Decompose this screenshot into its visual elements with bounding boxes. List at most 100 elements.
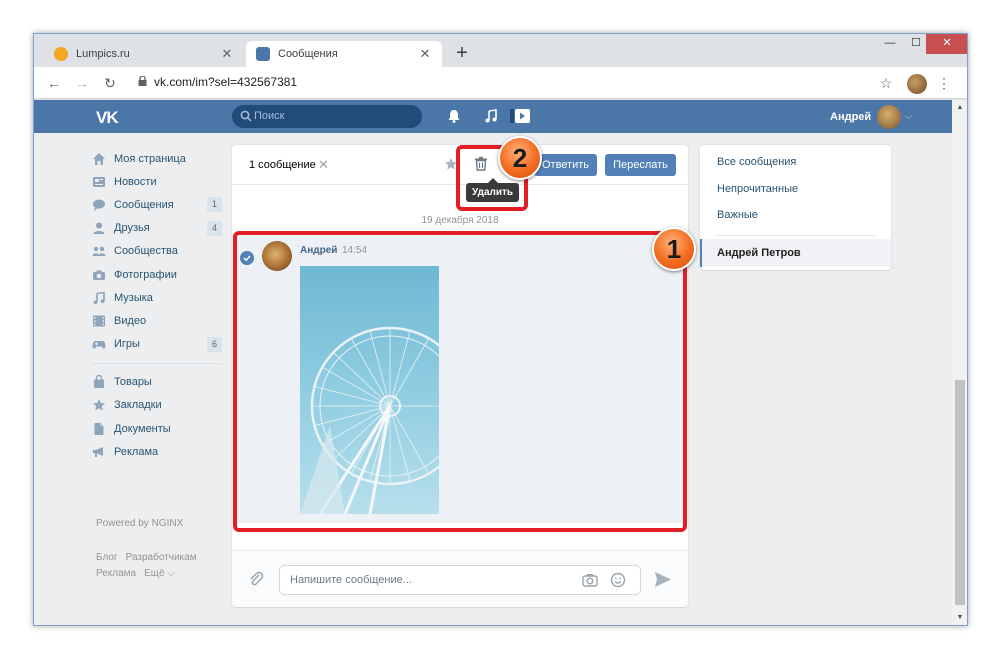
sidebar-item-my-page[interactable]: Моя страница bbox=[92, 147, 222, 170]
address-bar[interactable]: vk.com/im?sel=432567381 bbox=[132, 71, 912, 95]
sidebar-item-news[interactable]: Новости bbox=[92, 170, 222, 193]
active-chat-item[interactable]: Андрей Петров bbox=[700, 239, 891, 267]
vk-header: VK Поиск Андрей ⌵ bbox=[34, 100, 952, 133]
sidebar-item-label: Музыка bbox=[114, 291, 153, 304]
vk-messages-favicon-icon bbox=[256, 47, 270, 61]
user-menu[interactable]: Андрей ⌵ bbox=[830, 104, 912, 129]
clear-selection-icon[interactable]: ✕ bbox=[318, 157, 329, 173]
lock-icon bbox=[138, 76, 147, 86]
menu-divider bbox=[92, 362, 222, 364]
friends-badge: 4 bbox=[207, 220, 222, 236]
close-icon[interactable]: ✕ bbox=[418, 46, 432, 62]
music-icon[interactable] bbox=[483, 108, 499, 124]
powered-by-text: Powered by NGINX bbox=[96, 518, 184, 529]
search-placeholder: Поиск bbox=[254, 110, 285, 122]
sidebar-item-documents[interactable]: Документы bbox=[92, 417, 222, 440]
active-chat-name: Андрей Петров bbox=[717, 247, 801, 259]
page-scrollbar[interactable]: ▲ ▼ bbox=[952, 100, 967, 625]
back-button[interactable]: ← bbox=[44, 73, 64, 93]
user-name: Андрей bbox=[830, 110, 872, 123]
step-1-highlight bbox=[233, 231, 687, 532]
sidebar-item-label: Фотографии bbox=[114, 268, 177, 281]
sidebar-item-label: Документы bbox=[114, 422, 171, 435]
messages-filter-menu: Все сообщения Непрочитанные Важные Андре… bbox=[700, 145, 891, 270]
sidebar-item-friends[interactable]: Друзья 4 bbox=[92, 217, 222, 240]
minimize-button[interactable]: — bbox=[877, 34, 903, 54]
new-tab-button[interactable]: + bbox=[452, 42, 472, 64]
scroll-up-arrow-icon[interactable]: ▲ bbox=[952, 100, 967, 116]
friends-icon bbox=[93, 222, 105, 235]
sidebar-item-label: Реклама bbox=[114, 445, 159, 458]
play-icon[interactable] bbox=[510, 108, 530, 124]
compose-placeholder: Напишите сообщение... bbox=[290, 574, 412, 586]
sidebar-item-messages[interactable]: Сообщения 1 bbox=[92, 193, 222, 216]
news-icon bbox=[93, 176, 105, 187]
send-icon[interactable] bbox=[654, 571, 672, 588]
sidebar-item-photos[interactable]: Фотографии bbox=[92, 263, 222, 286]
forward-button[interactable]: Переслать bbox=[605, 154, 676, 176]
footer-more-link[interactable]: Ещё ⌵ bbox=[144, 568, 175, 579]
step-2-badge: 2 bbox=[498, 136, 542, 180]
scrollbar-thumb[interactable] bbox=[955, 380, 965, 605]
sidebar-item-label: Моя страница bbox=[114, 152, 186, 165]
filter-unread[interactable]: Непрочитанные bbox=[717, 183, 798, 195]
sidebar-item-label: Новости bbox=[114, 175, 157, 188]
scroll-down-arrow-icon[interactable]: ▼ bbox=[952, 610, 967, 625]
tab-title: Lumpics.ru bbox=[76, 48, 130, 60]
sidebar-item-music[interactable]: Музыка bbox=[92, 286, 222, 309]
smile-icon[interactable] bbox=[610, 572, 626, 588]
search-icon bbox=[240, 110, 252, 122]
filter-important[interactable]: Важные bbox=[717, 209, 758, 221]
star-icon bbox=[93, 399, 105, 411]
step-1-badge: 1 bbox=[652, 227, 696, 271]
sidebar-item-video[interactable]: Видео bbox=[92, 309, 222, 332]
sidebar-item-label: Сообщения bbox=[114, 198, 174, 211]
sidebar-item-ads[interactable]: Реклама bbox=[92, 440, 222, 463]
menu-dots-icon[interactable]: ⋮ bbox=[934, 73, 954, 93]
window-close-button[interactable]: ✕ bbox=[926, 34, 967, 54]
profile-avatar[interactable] bbox=[907, 74, 927, 94]
footer-ads-link[interactable]: Реклама bbox=[96, 568, 136, 579]
sidebar-item-games[interactable]: Игры 6 bbox=[92, 333, 222, 356]
filter-all-messages[interactable]: Все сообщения bbox=[717, 156, 796, 168]
avatar bbox=[877, 104, 902, 129]
url-text: vk.com/im?sel=432567381 bbox=[154, 75, 298, 89]
footer-links: Блог Разработчикам Реклама Ещё ⌵ bbox=[96, 550, 205, 582]
camera-icon[interactable] bbox=[582, 572, 598, 588]
reload-button[interactable]: ↻ bbox=[100, 73, 120, 93]
sidebar-item-label: Игры bbox=[114, 338, 140, 351]
gamepad-icon bbox=[92, 341, 106, 349]
footer-developers-link[interactable]: Разработчикам bbox=[126, 552, 197, 563]
document-icon bbox=[94, 422, 104, 435]
date-divider: 19 декабря 2018 bbox=[421, 215, 499, 226]
sidebar-item-communities[interactable]: Сообщества bbox=[92, 240, 222, 263]
sidebar-item-label: Видео bbox=[114, 314, 147, 327]
forward-button[interactable]: → bbox=[72, 73, 92, 93]
vk-logo[interactable]: VK bbox=[96, 108, 119, 128]
lumpics-favicon-icon bbox=[54, 47, 68, 61]
tab-title: Сообщения bbox=[278, 48, 338, 60]
tab-lumpics[interactable]: Lumpics.ru ✕ bbox=[44, 41, 244, 67]
paperclip-icon[interactable] bbox=[248, 571, 264, 587]
sidebar-item-label: Товары bbox=[114, 376, 152, 389]
message-input[interactable]: Напишите сообщение... bbox=[279, 565, 641, 595]
footer-blog-link[interactable]: Блог bbox=[96, 552, 118, 563]
sidebar-item-label: Сообщества bbox=[114, 245, 178, 258]
camera-icon bbox=[93, 270, 105, 280]
bell-icon[interactable] bbox=[446, 108, 462, 124]
bag-icon bbox=[94, 375, 104, 389]
reply-button[interactable]: Ответить bbox=[534, 154, 597, 176]
bookmark-star-icon[interactable]: ☆ bbox=[876, 73, 896, 93]
messages-icon bbox=[93, 199, 105, 211]
sidebar-item-goods[interactable]: Товары bbox=[92, 371, 222, 394]
unread-badge: 1 bbox=[207, 197, 222, 213]
sidebar-item-label: Закладки bbox=[114, 399, 162, 412]
left-menu: Моя страница Новости Сообщения 1 Друзья … bbox=[92, 147, 222, 463]
compose-area: Напишите сообщение... bbox=[232, 550, 688, 607]
tab-messages[interactable]: Сообщения ✕ bbox=[246, 41, 442, 67]
home-icon bbox=[93, 152, 105, 165]
search-input[interactable]: Поиск bbox=[232, 105, 422, 128]
sidebar-item-bookmarks[interactable]: Закладки bbox=[92, 394, 222, 417]
games-badge: 6 bbox=[207, 336, 222, 352]
close-icon[interactable]: ✕ bbox=[220, 46, 234, 62]
